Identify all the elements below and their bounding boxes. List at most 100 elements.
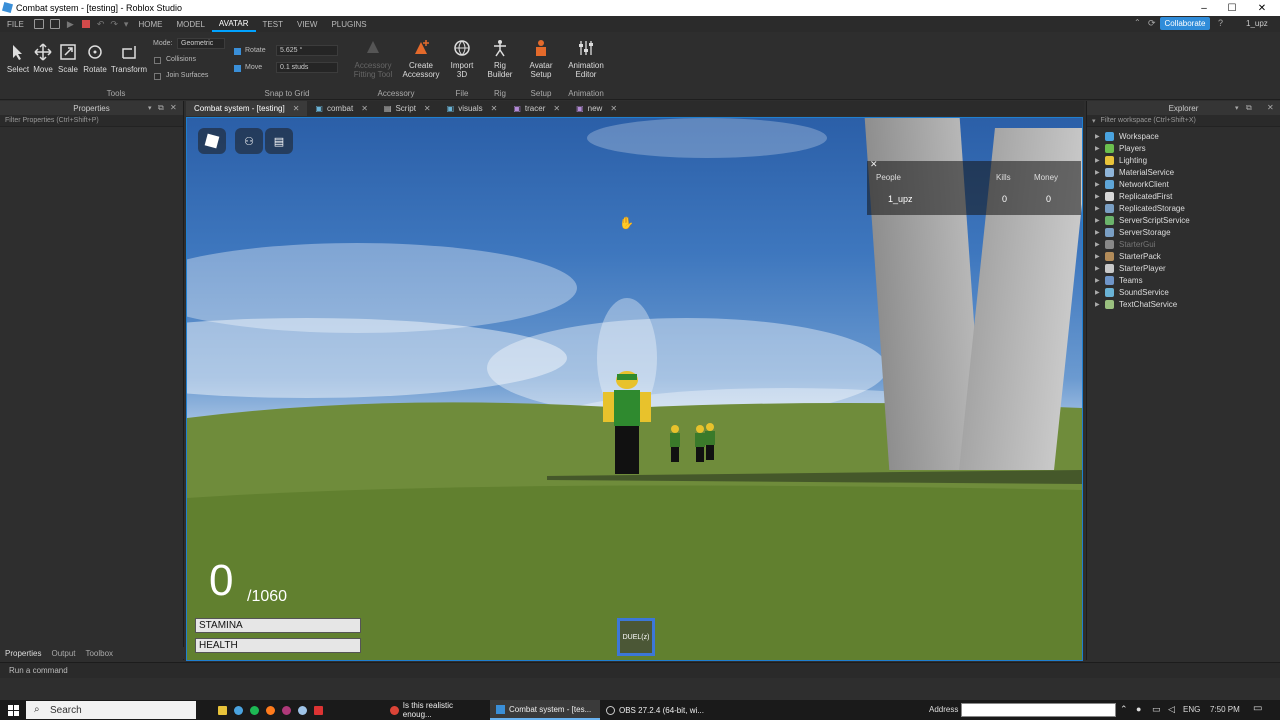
tab-avatar[interactable]: AVATAR: [211, 16, 256, 32]
panel-close-icon[interactable]: ✕: [170, 103, 177, 112]
taskbar-window-chrome[interactable]: Is this realistic enoug...: [384, 700, 488, 720]
move-snap-checkbox[interactable]: [234, 65, 241, 72]
collaborate-button[interactable]: Collaborate: [1160, 17, 1210, 30]
expand-arrow-icon[interactable]: ▶: [1095, 241, 1105, 248]
explorer-item-materialservice[interactable]: ▶ MaterialService: [1095, 166, 1174, 178]
emote-button[interactable]: ⚇: [235, 128, 263, 154]
duel-button[interactable]: DUEL(z): [617, 618, 655, 656]
stop-icon[interactable]: [81, 20, 90, 28]
rotate-tool-button[interactable]: Rotate: [82, 42, 108, 74]
expand-arrow-icon[interactable]: ▶: [1095, 289, 1105, 296]
close-tab-icon[interactable]: ✕: [293, 104, 300, 113]
windows-start-icon[interactable]: [0, 700, 26, 720]
panel-tab-toolbox[interactable]: Toolbox: [85, 649, 113, 658]
create-accessory-button[interactable]: Create Accessory: [400, 38, 442, 79]
expand-arrow-icon[interactable]: ▶: [1095, 193, 1105, 200]
expand-arrow-icon[interactable]: ▶: [1095, 181, 1105, 188]
close-tab-icon[interactable]: ✕: [361, 104, 368, 113]
notifications-icon[interactable]: ▭: [1253, 703, 1262, 714]
panel-menu-icon[interactable]: ▾: [1235, 104, 1239, 112]
expand-arrow-icon[interactable]: ▶: [1095, 277, 1105, 284]
transform-tool-button[interactable]: Transform: [110, 42, 148, 74]
microphone-icon[interactable]: ●: [1136, 704, 1141, 714]
tab-home[interactable]: HOME: [131, 16, 169, 32]
chevron-up-icon[interactable]: ⌃: [1134, 18, 1141, 27]
command-bar-input[interactable]: Run a command: [0, 662, 1280, 678]
explorer-filter-input[interactable]: ▾ Filter workspace (Ctrl+Shift+X): [1087, 115, 1280, 127]
play-icon[interactable]: ▶: [67, 19, 74, 30]
avatar-setup-button[interactable]: Avatar Setup: [524, 38, 558, 79]
volume-icon[interactable]: ◁: [1168, 704, 1175, 715]
move-snap-input[interactable]: 0.1 studs: [276, 62, 338, 73]
expand-arrow-icon[interactable]: ▶: [1095, 265, 1105, 272]
explorer-item-startergui[interactable]: ▶ StarterGui: [1095, 238, 1155, 250]
maximize-icon[interactable]: ☐: [1218, 0, 1246, 16]
explorer-item-serverstorage[interactable]: ▶ ServerStorage: [1095, 226, 1171, 238]
panel-float-icon[interactable]: ⧉: [158, 103, 164, 113]
close-icon[interactable]: ✕: [1248, 0, 1276, 16]
leaderboard-close-icon[interactable]: ✕: [870, 159, 878, 170]
explorer-item-serverscriptservice[interactable]: ▶ ServerScriptService: [1095, 214, 1190, 226]
panel-tab-output[interactable]: Output: [51, 649, 75, 658]
panel-close-icon[interactable]: ✕: [1267, 103, 1274, 112]
explorer-item-soundservice[interactable]: ▶ SoundService: [1095, 286, 1169, 298]
panel-menu-icon[interactable]: ▾: [148, 104, 152, 112]
animation-editor-button[interactable]: Animation Editor: [564, 38, 608, 79]
mode-select[interactable]: Geometric: [177, 38, 225, 49]
properties-filter-input[interactable]: Filter Properties (Ctrl+Shift+P): [0, 115, 183, 127]
roblox-icon[interactable]: [310, 700, 326, 720]
expand-arrow-icon[interactable]: ▶: [1095, 253, 1105, 260]
explorer-item-replicatedstorage[interactable]: ▶ ReplicatedStorage: [1095, 202, 1185, 214]
file-menu[interactable]: FILE: [0, 16, 31, 32]
explorer-item-lighting[interactable]: ▶ Lighting: [1095, 154, 1147, 166]
expand-arrow-icon[interactable]: ▶: [1095, 145, 1105, 152]
expand-arrow-icon[interactable]: ▶: [1095, 301, 1105, 308]
close-tab-icon[interactable]: ✕: [424, 104, 431, 113]
close-tab-icon[interactable]: ✕: [610, 104, 617, 113]
panel-float-icon[interactable]: ⧉: [1246, 103, 1252, 113]
expand-arrow-icon[interactable]: ▶: [1095, 205, 1105, 212]
tab-plugins[interactable]: PLUGINS: [324, 16, 373, 32]
doc-tab-new[interactable]: ▣ new ✕: [568, 101, 625, 116]
leaderboard-player-name[interactable]: 1_upz: [888, 194, 913, 204]
steam-icon[interactable]: [294, 700, 310, 720]
expand-arrow-icon[interactable]: ▶: [1095, 169, 1105, 176]
expand-arrow-icon[interactable]: ▶: [1095, 229, 1105, 236]
rotate-snap-checkbox[interactable]: [234, 48, 241, 55]
undo-icon[interactable]: ↶: [97, 19, 105, 30]
move-tool-button[interactable]: Move: [31, 42, 55, 74]
tab-model[interactable]: MODEL: [169, 16, 211, 32]
new-file-icon[interactable]: [33, 19, 44, 29]
rig-builder-button[interactable]: Rig Builder: [484, 38, 516, 79]
taskbar-window-studio[interactable]: Combat system - [tes...: [490, 700, 600, 720]
accessory-fitting-button[interactable]: Accessory Fitting Tool: [350, 38, 396, 79]
roblox-menu-button[interactable]: [198, 128, 226, 154]
doc-tab-combat-system[interactable]: Combat system - [testing] ✕: [186, 101, 308, 116]
doc-tab-tracer[interactable]: ▣ tracer ✕: [505, 101, 568, 116]
select-tool-button[interactable]: Select: [6, 42, 30, 74]
explorer-item-replicatedfirst[interactable]: ▶ ReplicatedFirst: [1095, 190, 1172, 202]
doc-tab-combat[interactable]: ▣ combat ✕: [307, 101, 376, 116]
minimize-icon[interactable]: –: [1190, 0, 1218, 16]
explorer-item-networkclient[interactable]: ▶ NetworkClient: [1095, 178, 1169, 190]
doc-tab-visuals[interactable]: ▣ visuals ✕: [439, 101, 506, 116]
doc-tab-script[interactable]: ▤ Script ✕: [376, 101, 439, 116]
explorer-item-teams[interactable]: ▶ Teams: [1095, 274, 1143, 286]
tab-test[interactable]: TEST: [256, 16, 290, 32]
expand-arrow-icon[interactable]: ▶: [1095, 217, 1105, 224]
collisions-checkbox[interactable]: [154, 57, 161, 64]
close-tab-icon[interactable]: ✕: [553, 104, 560, 113]
chat-button[interactable]: ▤: [265, 128, 293, 154]
save-icon[interactable]: [49, 19, 60, 29]
scale-tool-button[interactable]: Scale: [56, 42, 80, 74]
network-icon[interactable]: ▭: [1152, 704, 1161, 715]
rotate-snap-input[interactable]: 5.625 °: [276, 45, 338, 56]
firefox-icon[interactable]: [262, 700, 278, 720]
file-explorer-icon[interactable]: [214, 700, 230, 720]
taskbar-search-input[interactable]: Search: [26, 701, 196, 719]
explorer-item-players[interactable]: ▶ Players: [1095, 142, 1146, 154]
tab-view[interactable]: VIEW: [290, 16, 324, 32]
expand-arrow-icon[interactable]: ▶: [1095, 157, 1105, 164]
expand-arrow-icon[interactable]: ▶: [1095, 133, 1105, 140]
close-tab-icon[interactable]: ✕: [491, 104, 498, 113]
